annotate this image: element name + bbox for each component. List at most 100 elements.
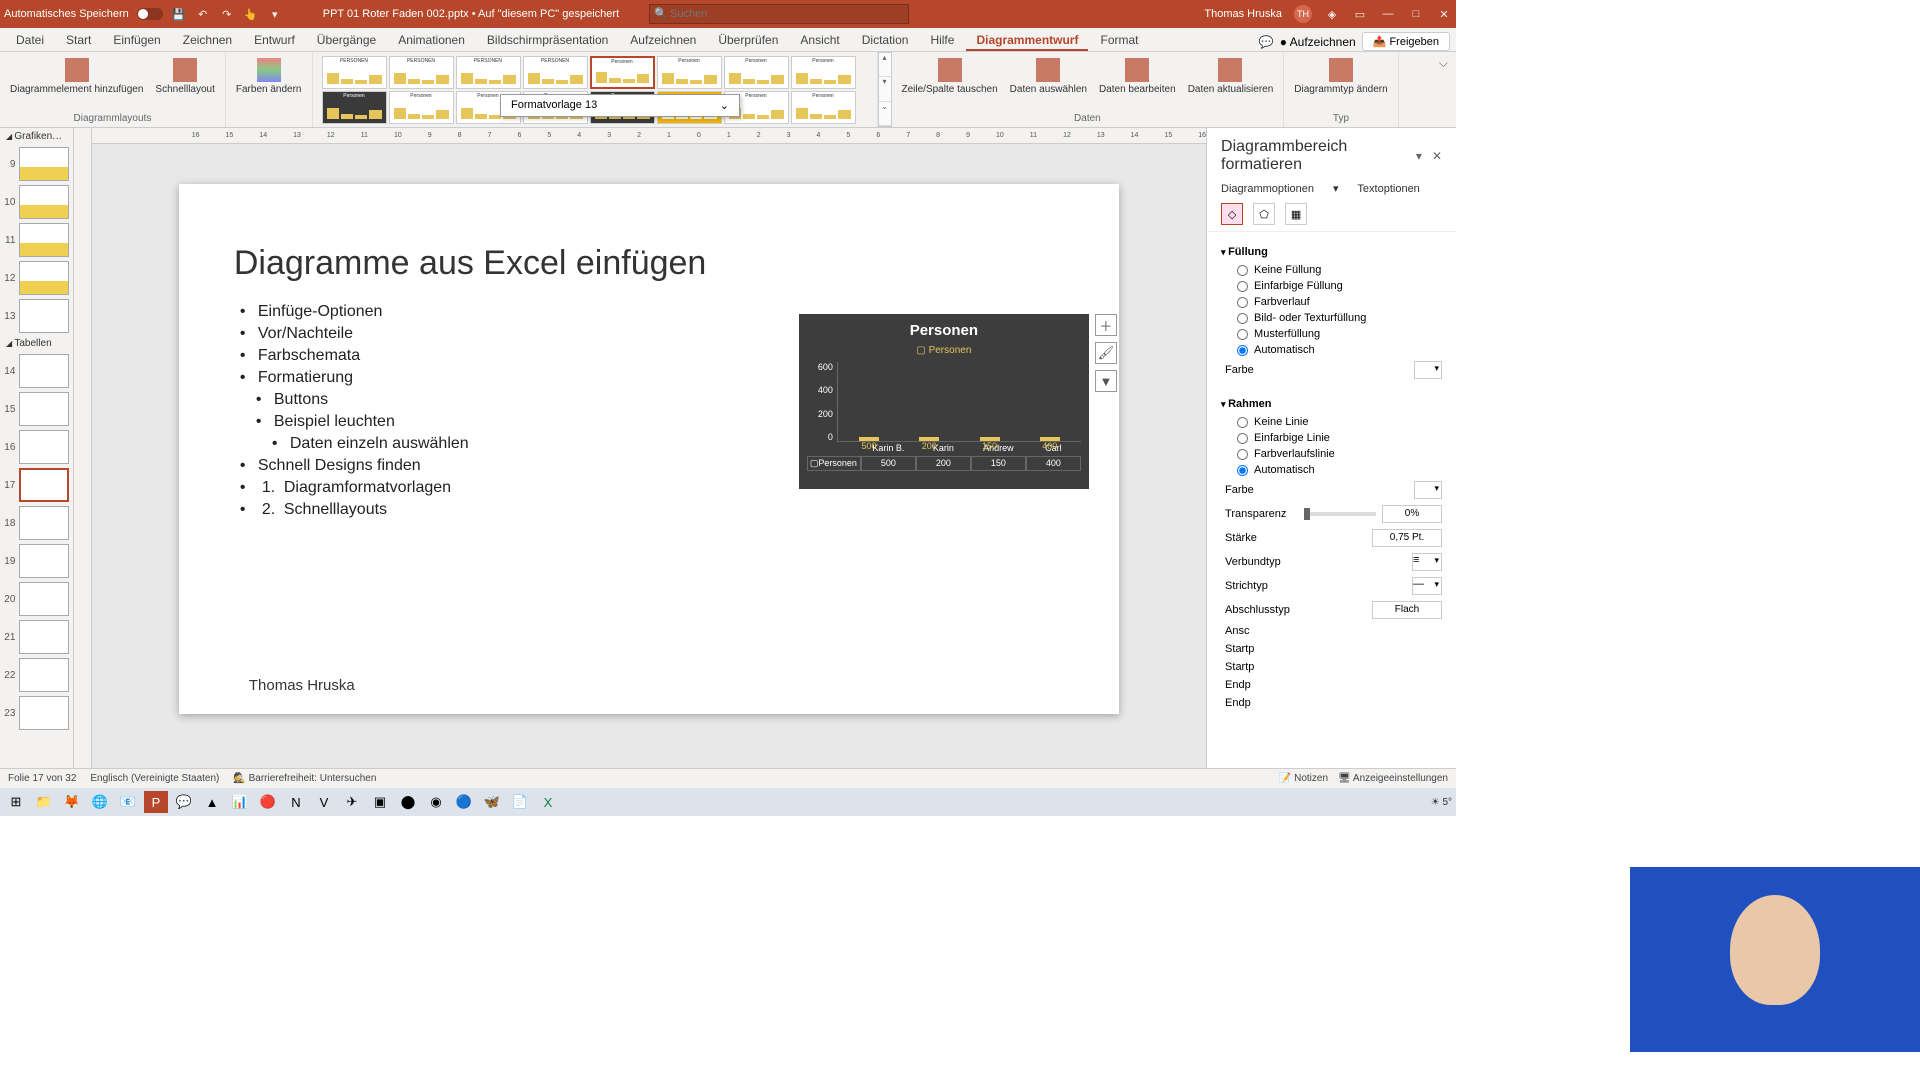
transparency-value[interactable]: 0%	[1382, 505, 1442, 523]
tb-telegram[interactable]: ✈	[340, 791, 364, 813]
tab-entwurf[interactable]: Entwurf	[244, 29, 305, 51]
search-box[interactable]: 🔍	[649, 4, 909, 24]
fill-none-radio[interactable]	[1237, 265, 1248, 276]
chart-style-16[interactable]: Personen	[791, 91, 856, 124]
tb-app7[interactable]: 🦋	[480, 791, 504, 813]
comments-icon[interactable]: 💬	[1259, 35, 1274, 49]
status-lang[interactable]: Englisch (Vereinigte Staaten)	[90, 773, 219, 784]
start-menu[interactable]: ⊞	[4, 791, 28, 813]
line-color-picker[interactable]	[1414, 481, 1442, 499]
switch-row-col-button[interactable]: Zeile/Spalte tauschen	[898, 56, 1002, 97]
slide-thumb-14[interactable]	[19, 354, 68, 388]
slide-thumb-21[interactable]	[19, 620, 68, 654]
tab-zeichnen[interactable]: Zeichnen	[173, 29, 242, 51]
section-tabellen[interactable]: Tabellen	[0, 335, 73, 352]
edit-data-button[interactable]: Daten bearbeiten	[1095, 56, 1180, 97]
slide-thumb-13[interactable]	[19, 299, 68, 333]
slide-thumb-10[interactable]	[19, 185, 68, 219]
cap-type[interactable]: Flach	[1372, 601, 1442, 619]
ribbon-mode-icon[interactable]: ▭	[1352, 6, 1368, 22]
line-auto-radio[interactable]	[1237, 465, 1248, 476]
tb-weather[interactable]: ☀ 5°	[1431, 797, 1452, 808]
chart-style-2[interactable]: PERSONEN	[389, 56, 454, 89]
tab-dictation[interactable]: Dictation	[852, 29, 919, 51]
slide-thumb-18[interactable]	[19, 506, 68, 540]
fill-picture-radio[interactable]	[1237, 313, 1248, 324]
status-notes[interactable]: 📝 Notizen	[1279, 773, 1328, 784]
chart-style-10[interactable]: Personen	[389, 91, 454, 124]
slide-thumb-15[interactable]	[19, 392, 68, 426]
search-input[interactable]	[649, 4, 909, 24]
tab-ueberpruefen[interactable]: Überprüfen	[708, 29, 788, 51]
tb-app6[interactable]: 🔵	[452, 791, 476, 813]
status-accessibility[interactable]: 🕵 Barrierefreiheit: Untersuchen	[233, 773, 376, 784]
chart-style-5[interactable]: Personen	[590, 56, 655, 89]
slide-thumb-20[interactable]	[19, 582, 68, 616]
size-icon[interactable]: ▦	[1285, 203, 1307, 225]
slide-thumb-19[interactable]	[19, 544, 68, 578]
line-none-radio[interactable]	[1237, 417, 1248, 428]
autosave-toggle[interactable]	[137, 8, 163, 20]
pane-options-icon[interactable]: ▾	[1416, 149, 1422, 163]
chart-style-8[interactable]: Personen	[791, 56, 856, 89]
sync-icon[interactable]: ◈	[1324, 6, 1340, 22]
tb-app3[interactable]: 🔴	[256, 791, 280, 813]
tab-uebergaenge[interactable]: Übergänge	[307, 29, 386, 51]
slide-thumb-12[interactable]	[19, 261, 68, 295]
fill-line-icon[interactable]: ◇	[1221, 203, 1243, 225]
tb-powerpoint[interactable]: P	[144, 791, 168, 813]
tab-praesentation[interactable]: Bildschirmpräsentation	[477, 29, 618, 51]
effects-icon[interactable]: ⬠	[1253, 203, 1275, 225]
tb-obs[interactable]: ⬤	[396, 791, 420, 813]
chart-filter-button[interactable]: ▼	[1095, 370, 1117, 392]
tb-outlook[interactable]: 📧	[116, 791, 140, 813]
chart-styles-button[interactable]: 🖌	[1095, 342, 1117, 364]
change-chart-type-button[interactable]: Diagrammtyp ändern	[1290, 56, 1391, 97]
section-border[interactable]: Rahmen	[1221, 394, 1442, 414]
tb-app5[interactable]: ◉	[424, 791, 448, 813]
line-solid-radio[interactable]	[1237, 433, 1248, 444]
chart-elements-button[interactable]: ＋	[1095, 314, 1117, 336]
slide-thumb-23[interactable]	[19, 696, 68, 730]
tab-start[interactable]: Start	[56, 29, 101, 51]
change-colors-button[interactable]: Farben ändern	[232, 56, 306, 97]
minimize-icon[interactable]: —	[1380, 6, 1396, 22]
gallery-expand[interactable]: ▴▾⌄	[878, 52, 892, 127]
touch-icon[interactable]: 👆	[243, 6, 259, 22]
select-data-button[interactable]: Daten auswählen	[1006, 56, 1091, 97]
section-fill[interactable]: Füllung	[1221, 242, 1442, 262]
save-icon[interactable]: 💾	[171, 6, 187, 22]
slide-thumb-11[interactable]	[19, 223, 68, 257]
tab-format[interactable]: Format	[1090, 29, 1148, 51]
chart-object[interactable]: Personen ▢ Personen 600 400 200 0 500	[799, 314, 1089, 489]
quick-layout-button[interactable]: Schnelllayout	[151, 56, 218, 97]
tab-einfuegen[interactable]: Einfügen	[103, 29, 170, 51]
ribbon-collapse-icon[interactable]: ⌵	[1431, 52, 1456, 127]
section-grafiken[interactable]: Grafiken…	[0, 128, 73, 145]
fill-pattern-radio[interactable]	[1237, 329, 1248, 340]
tb-excel[interactable]: X	[536, 791, 560, 813]
refresh-data-button[interactable]: Daten aktualisieren	[1184, 56, 1278, 97]
fill-auto-radio[interactable]	[1237, 345, 1248, 356]
share-button[interactable]: 📤 Freigeben	[1362, 32, 1450, 51]
tab-ansicht[interactable]: Ansicht	[790, 29, 849, 51]
slide-thumb-9[interactable]	[19, 147, 68, 181]
tb-onenote[interactable]: N	[284, 791, 308, 813]
chart-style-1[interactable]: PERSONEN	[322, 56, 387, 89]
tb-vs[interactable]: V	[312, 791, 336, 813]
pane-tab-text[interactable]: Textoptionen	[1357, 183, 1419, 195]
compound-type[interactable]: ≡	[1412, 553, 1442, 571]
status-display[interactable]: 🖥 Anzeigeeinstellungen	[1338, 773, 1448, 784]
maximize-icon[interactable]: □	[1408, 6, 1424, 22]
tb-app4[interactable]: ▣	[368, 791, 392, 813]
redo-icon[interactable]: ↷	[219, 6, 235, 22]
tab-animationen[interactable]: Animationen	[388, 29, 475, 51]
tb-explorer[interactable]: 📁	[32, 791, 56, 813]
chart-style-9[interactable]: Personen	[322, 91, 387, 124]
slide-thumb-16[interactable]	[19, 430, 68, 464]
dash-type[interactable]: —	[1412, 577, 1442, 595]
fill-color-picker[interactable]	[1414, 361, 1442, 379]
tb-firefox[interactable]: 🦊	[60, 791, 84, 813]
tb-vlc[interactable]: ▲	[200, 791, 224, 813]
add-chart-element-button[interactable]: Diagrammelement hinzufügen	[6, 56, 147, 97]
